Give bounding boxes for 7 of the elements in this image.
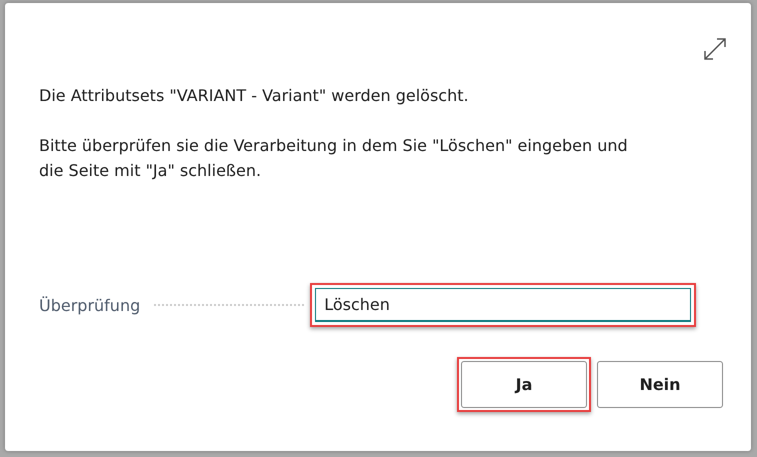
- dialog-button[interactable]: Nein: [597, 361, 723, 408]
- expand-icon[interactable]: [703, 37, 727, 61]
- message-text: Die Attributsets "VARIANT - Variant" werden gelöscht.: [39, 85, 470, 107]
- input-field[interactable]: Löschen: [315, 288, 692, 322]
- instruction-text: Bitte überprüfen sie die Verarbeitung in dem Sie "Löschen" eingeben und die Seite mit "Ja" schließen.: [39, 135, 629, 182]
- dialog-button[interactable]: Ja: [461, 361, 587, 408]
- field-label: Überprüfung: [39, 296, 140, 314]
